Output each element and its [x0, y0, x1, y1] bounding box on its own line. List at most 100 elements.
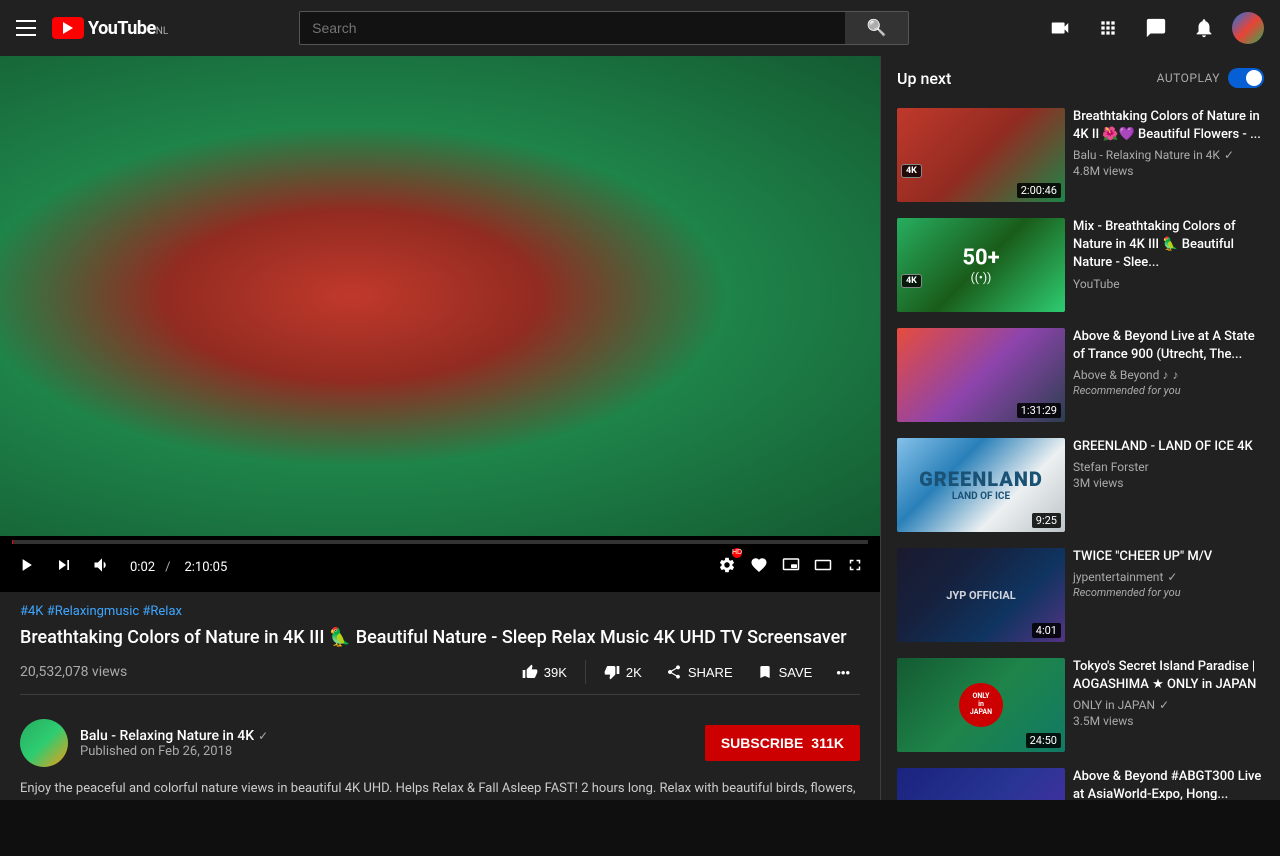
- video-frame: [0, 56, 880, 536]
- card-title-2: Above & Beyond Live at A State of Trance…: [1073, 328, 1264, 364]
- autoplay-label: AUTOPLAY: [1157, 71, 1220, 85]
- channel-name[interactable]: Balu - Relaxing Nature in 4K: [80, 728, 254, 744]
- card-title-0: Breathtaking Colors of Nature in 4K II 🌺…: [1073, 108, 1264, 144]
- header: YouTubeNL: [0, 0, 1280, 56]
- play-button[interactable]: [12, 551, 40, 584]
- thumb-6-wrap: [897, 768, 1065, 800]
- channel-row: Balu - Relaxing Nature in 4K ✓ Published…: [0, 719, 880, 779]
- save-button[interactable]: SAVE: [747, 658, 823, 686]
- notifications-icon[interactable]: [1184, 8, 1224, 48]
- action-divider: [585, 660, 586, 684]
- up-next-label: Up next: [897, 69, 951, 88]
- menu-button[interactable]: [16, 20, 36, 36]
- header-right: [1040, 8, 1264, 48]
- header-left: YouTubeNL: [16, 17, 168, 39]
- card-info-0: Breathtaking Colors of Nature in 4K II 🌺…: [1073, 108, 1264, 178]
- sidebar-video-card-2[interactable]: 1:31:29 Above & Beyond Live at A State o…: [881, 320, 1280, 430]
- channel-left: Balu - Relaxing Nature in 4K ✓ Published…: [20, 719, 268, 767]
- camera-icon[interactable]: [1040, 8, 1080, 48]
- video-player-wrap: 0:02 / 2:10:05 HD: [0, 56, 880, 592]
- sidebar-video-card-6[interactable]: Above & Beyond #ABGT300 Live at AsiaWorl…: [881, 760, 1280, 800]
- channel-details: Balu - Relaxing Nature in 4K ✓ Published…: [80, 728, 268, 759]
- yt-logo-country: NL: [156, 26, 169, 37]
- like-count: 39K: [544, 665, 567, 680]
- time-total: 2:10:05: [184, 560, 227, 575]
- card-info-1: Mix - Breathtaking Colors of Nature in 4…: [1073, 218, 1264, 293]
- thumb-img-6: [897, 768, 1065, 800]
- settings-button[interactable]: HD: [714, 552, 740, 583]
- search-button[interactable]: [845, 11, 909, 45]
- sub-count: 311K: [811, 735, 844, 751]
- time-separator: /: [165, 560, 170, 575]
- youtube-logo[interactable]: YouTubeNL: [52, 17, 168, 39]
- card-channel-3: Stefan Forster: [1073, 460, 1264, 474]
- apps-icon[interactable]: [1088, 8, 1128, 48]
- thumb-4-wrap: JYP OFFICIAL 4:01: [897, 548, 1065, 642]
- card-channel-0: Balu - Relaxing Nature in 4K ✓: [1073, 148, 1264, 162]
- verified-0: ✓: [1224, 148, 1234, 162]
- sidebar-video-card-5[interactable]: ONLYinJAPAN 24:50 Tokyo's Secret Island …: [881, 650, 1280, 760]
- card-channel-5: ONLY in JAPAN ✓: [1073, 698, 1264, 712]
- autoplay-row: AUTOPLAY: [1157, 68, 1264, 88]
- subscribe-button[interactable]: SUBSCRIBE 311K: [705, 725, 860, 761]
- card-info-5: Tokyo's Secret Island Paradise | AOGASHI…: [1073, 658, 1264, 728]
- video-info: #4K #Relaxingmusic #Relax Breathtaking C…: [0, 592, 880, 719]
- verified-badge: ✓: [258, 729, 268, 743]
- thumb-3-wrap: GREENLAND LAND OF ICE 9:25: [897, 438, 1065, 532]
- sidebar-video-card-1[interactable]: 4K 50+ ((•)) Mix - Breathtaking Colors o…: [881, 210, 1280, 320]
- sidebar-header: Up next AUTOPLAY: [881, 56, 1280, 100]
- thumb-0: 4K 2:00:46: [897, 108, 1065, 202]
- view-count: 20,532,078 views: [20, 664, 127, 680]
- thumb-1-wrap: 4K 50+ ((•)): [897, 218, 1065, 312]
- card-title-6: Above & Beyond #ABGT300 Live at AsiaWorl…: [1073, 768, 1264, 800]
- yt-logo-text-wrap: YouTubeNL: [88, 18, 168, 39]
- action-buttons: 39K 2K SHARE SAVE: [512, 658, 860, 686]
- time-display: 0:02: [130, 560, 155, 575]
- only-in-japan-badge: ONLYinJAPAN: [959, 683, 1003, 727]
- sidebar-video-card-3[interactable]: GREENLAND LAND OF ICE 9:25 GREENLAND - L…: [881, 430, 1280, 540]
- card-info-4: TWICE "CHEER UP" M/V jypentertainment ✓ …: [1073, 548, 1264, 599]
- yt-logo-icon: [52, 17, 84, 39]
- fullscreen-button[interactable]: [842, 552, 868, 583]
- heart-button[interactable]: [746, 552, 772, 583]
- search-area: [168, 11, 1040, 45]
- autoplay-toggle[interactable]: [1228, 68, 1264, 88]
- duration-0: 2:00:46: [1017, 183, 1061, 198]
- more-button[interactable]: •••: [826, 659, 860, 686]
- main-content: 0:02 / 2:10:05 HD: [0, 56, 1280, 800]
- card-meta-0: 4.8M views: [1073, 164, 1264, 178]
- card-channel-2: Above & Beyond ♪ ♪: [1073, 368, 1264, 382]
- share-button[interactable]: SHARE: [656, 658, 743, 686]
- controls-right: HD: [714, 552, 868, 583]
- theater-button[interactable]: [810, 552, 836, 583]
- miniplayer-button[interactable]: [778, 552, 804, 583]
- messages-icon[interactable]: [1136, 8, 1176, 48]
- share-label: SHARE: [688, 665, 733, 680]
- duration-2: 1:31:29: [1017, 403, 1061, 418]
- sidebar-video-card-4[interactable]: JYP OFFICIAL 4:01 TWICE "CHEER UP" M/V j…: [881, 540, 1280, 650]
- save-label: SAVE: [779, 665, 813, 680]
- sidebar-video-card-0[interactable]: 4K 2:00:46 Breathtaking Colors of Nature…: [881, 100, 1280, 210]
- search-input[interactable]: [299, 11, 845, 45]
- duration-5: 24:50: [1026, 733, 1061, 748]
- video-title: Breathtaking Colors of Nature in 4K III …: [20, 625, 860, 650]
- avatar[interactable]: [1232, 12, 1264, 44]
- video-section: 0:02 / 2:10:05 HD: [0, 56, 880, 800]
- video-player[interactable]: [0, 56, 880, 536]
- yt-logo-text: YouTube: [88, 18, 156, 39]
- card-meta-2: Recommended for you: [1073, 384, 1264, 397]
- note-icon: ♪: [1172, 368, 1178, 382]
- video-stats-row: 20,532,078 views 39K 2K SHARE: [20, 658, 860, 695]
- card-title-3: GREENLAND - LAND OF ICE 4K: [1073, 438, 1264, 456]
- channel-avatar[interactable]: [20, 719, 68, 767]
- card-channel-4: jypentertainment ✓: [1073, 570, 1264, 584]
- video-tags[interactable]: #4K #Relaxingmusic #Relax: [20, 604, 860, 619]
- thumb-5-wrap: ONLYinJAPAN 24:50: [897, 658, 1065, 752]
- volume-button[interactable]: [88, 551, 116, 584]
- next-button[interactable]: [50, 551, 78, 584]
- like-button[interactable]: 39K: [512, 658, 577, 686]
- more-label: •••: [836, 665, 850, 680]
- mix-badge: 50+ ((•)): [962, 246, 999, 285]
- dislike-button[interactable]: 2K: [594, 658, 652, 686]
- thumb-2-wrap: 1:31:29: [897, 328, 1065, 422]
